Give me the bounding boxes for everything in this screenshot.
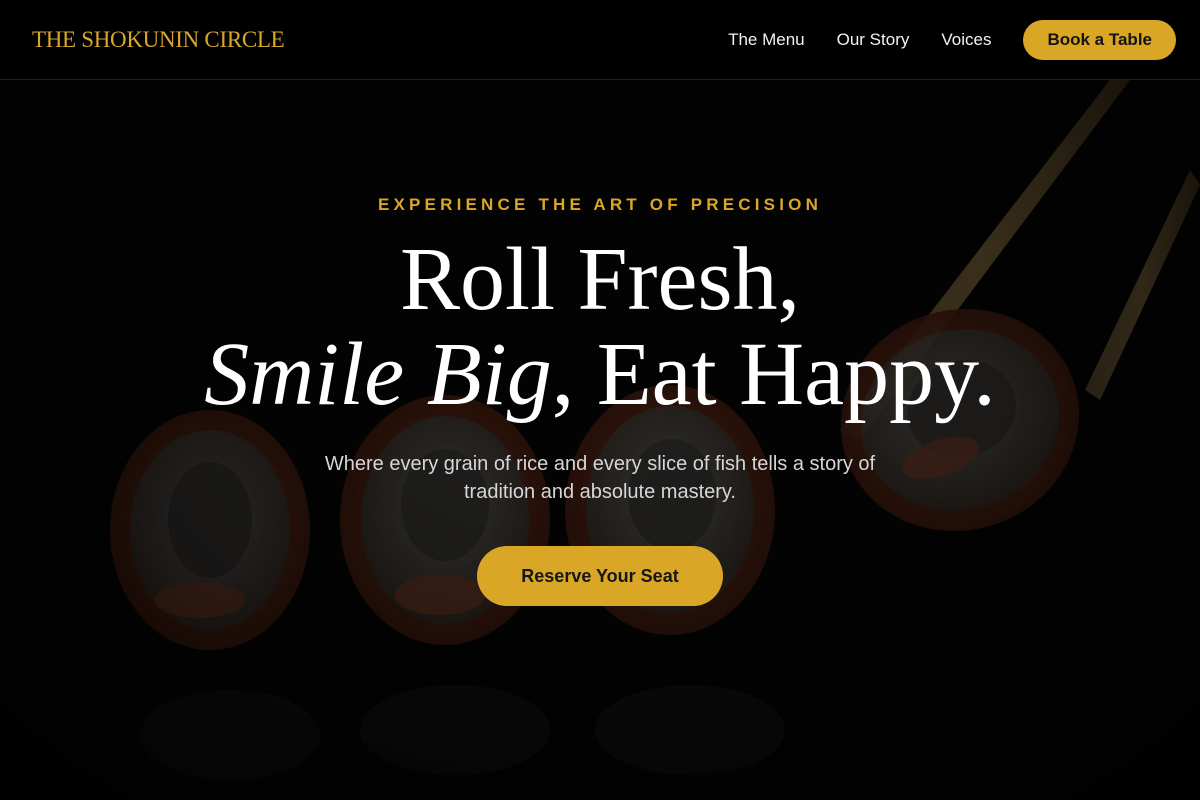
nav-link-menu[interactable]: The Menu — [728, 30, 805, 50]
brand-logo[interactable]: THE SHOKUNIN CIRCLE — [32, 27, 285, 53]
headline-italic: Smile Big — [204, 325, 552, 424]
site-header: THE SHOKUNIN CIRCLE The Menu Our Story V… — [0, 0, 1200, 80]
headline-rest: , Eat Happy. — [551, 325, 996, 424]
headline-line-1: Roll Fresh, — [399, 230, 801, 329]
nav-link-our-story[interactable]: Our Story — [837, 30, 910, 50]
book-table-button[interactable]: Book a Table — [1023, 19, 1176, 60]
hero-section: EXPERIENCE THE ART OF PRECISION Roll Fre… — [0, 80, 1200, 800]
hero-headline: Roll Fresh, Smile Big, Eat Happy. — [0, 232, 1200, 422]
hero-subtext: Where every grain of rice and every slic… — [324, 453, 876, 503]
reserve-seat-button[interactable]: Reserve Your Seat — [477, 546, 723, 606]
main-nav: The Menu Our Story Voices Book a Table — [696, 19, 1176, 60]
nav-link-voices[interactable]: Voices — [941, 30, 991, 50]
hero-eyebrow: EXPERIENCE THE ART OF PRECISION — [377, 195, 823, 214]
